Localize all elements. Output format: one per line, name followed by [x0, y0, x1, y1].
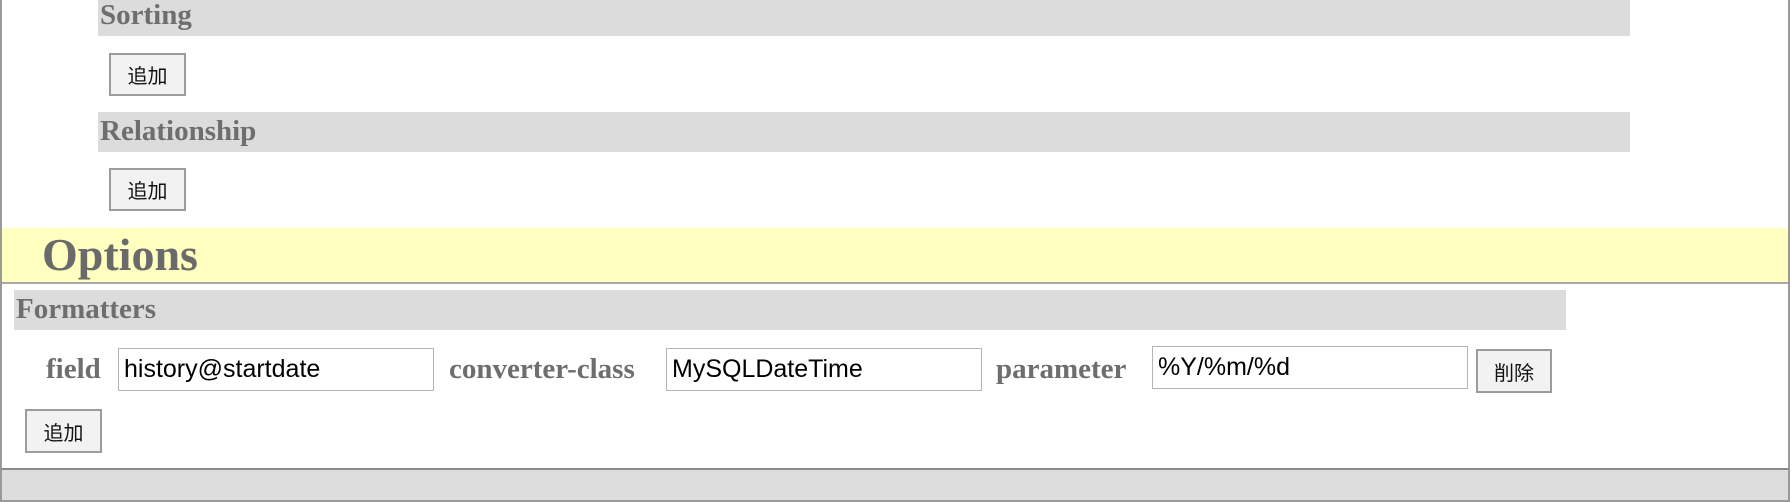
options-title: Options — [42, 229, 198, 280]
relationship-header: Relationship — [98, 112, 1630, 152]
formatters-add-button[interactable]: 追加 — [25, 409, 102, 453]
options-bar: Options — [2, 228, 1788, 284]
parameter-label: parameter — [996, 353, 1127, 385]
field-input[interactable] — [118, 348, 434, 391]
bottom-bar — [0, 468, 1790, 502]
sorting-header: Sorting — [98, 0, 1630, 36]
sorting-add-button[interactable]: 追加 — [109, 53, 186, 96]
formatters-header: Formatters — [14, 290, 1566, 330]
converter-class-input[interactable] — [666, 348, 982, 391]
field-label: field — [46, 353, 101, 385]
delete-formatter-button[interactable]: 削除 — [1476, 349, 1552, 393]
relationship-add-button[interactable]: 追加 — [109, 168, 186, 211]
converter-class-label: converter-class — [449, 353, 635, 385]
parameter-input[interactable] — [1152, 346, 1468, 389]
